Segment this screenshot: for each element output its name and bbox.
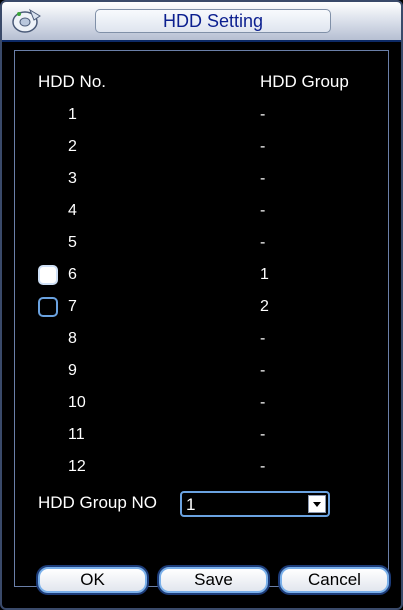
hdd-group-value: -	[260, 394, 266, 411]
hdd-row: 12 -	[2, 454, 401, 480]
hdd-group-value: -	[260, 106, 266, 123]
hdd-number: 7	[68, 298, 77, 315]
column-header-hdd-no: HDD No.	[38, 72, 107, 91]
hdd-row: 11 -	[2, 422, 401, 448]
hdd-group-no-label: HDD Group NO	[38, 493, 158, 512]
hdd-row: 8-	[2, 326, 401, 352]
cancel-button[interactable]: Cancel	[280, 567, 389, 593]
column-header-hdd-group: HDD Group	[260, 72, 349, 91]
hdd-number: 5	[68, 234, 77, 251]
hdd-group-no-value: 1	[186, 495, 196, 514]
hdd-group-no-select[interactable]: 1	[180, 491, 330, 517]
hdd-select-checkbox[interactable]	[38, 297, 58, 317]
hdd-number: 10	[68, 394, 86, 411]
hdd-number: 3	[68, 170, 77, 187]
hdd-group-value: 1	[260, 266, 269, 283]
save-button[interactable]: Save	[159, 567, 268, 593]
hdd-number: 11	[68, 426, 85, 443]
hdd-row: 5-	[2, 230, 401, 256]
hdd-row: 2-	[2, 134, 401, 160]
hdd-number: 2	[68, 138, 77, 155]
hdd-number: 1	[68, 106, 77, 123]
hdd-row: 1-	[2, 102, 401, 128]
title-bar: HDD Setting	[2, 2, 401, 42]
hdd-group-value: -	[260, 170, 266, 187]
hdd-group-value: -	[260, 138, 266, 155]
hdd-row: 3-	[2, 166, 401, 192]
hdd-row: 4-	[2, 198, 401, 224]
hdd-group-value: -	[260, 202, 266, 219]
hdd-number: 4	[68, 202, 77, 219]
hdd-row: 72	[2, 294, 401, 320]
hdd-number: 9	[68, 362, 77, 379]
hdd-number: 12	[68, 458, 86, 475]
hdd-group-value: -	[260, 426, 266, 443]
hdd-group-value: -	[260, 234, 266, 251]
hdd-row: 9-	[2, 358, 401, 384]
hdd-group-value: 2	[260, 298, 269, 315]
hdd-setting-window: HDD Setting HDD No. HDD Group 1-2-3-4-5-…	[0, 0, 403, 610]
hdd-group-value: -	[260, 362, 266, 379]
hdd-number: 6	[68, 266, 77, 283]
hdd-row: 61	[2, 262, 401, 288]
window-title: HDD Setting	[95, 9, 331, 33]
hdd-group-value: -	[260, 330, 266, 347]
disk-app-icon	[12, 8, 41, 33]
hdd-number: 8	[68, 330, 77, 347]
hdd-select-checkbox[interactable]	[38, 265, 58, 285]
hdd-group-value: -	[260, 458, 266, 475]
chevron-down-icon[interactable]	[308, 495, 326, 513]
hdd-row: 10 -	[2, 390, 401, 416]
ok-button[interactable]: OK	[38, 567, 147, 593]
